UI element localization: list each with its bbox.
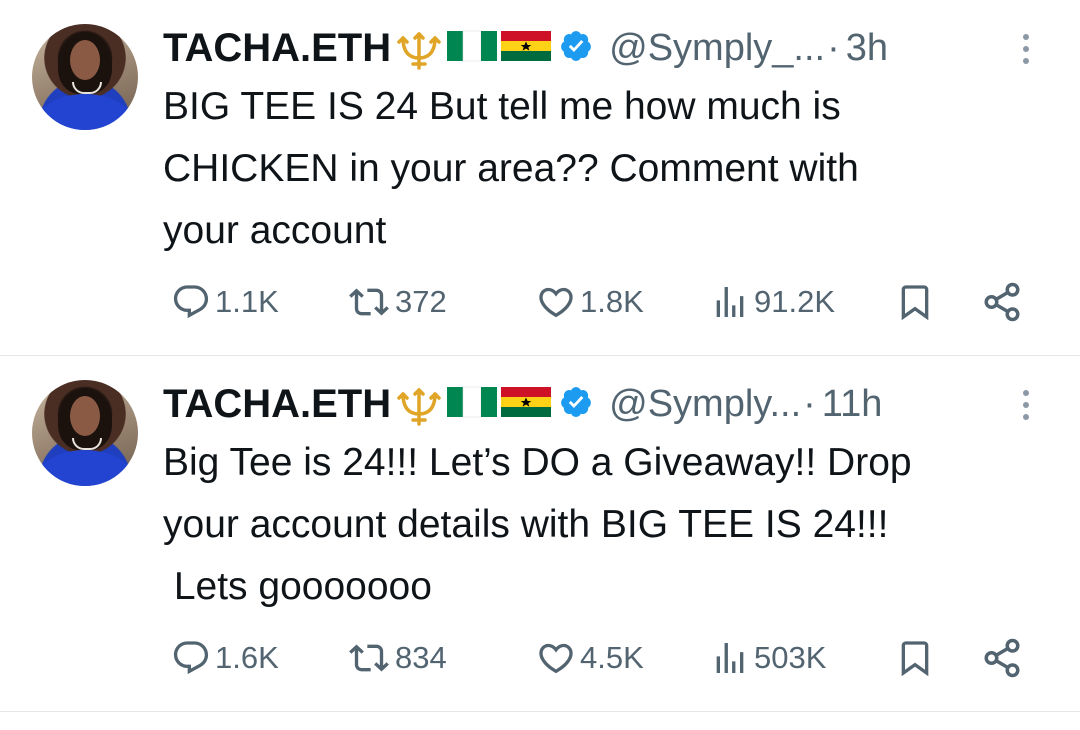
nigeria-flag-icon xyxy=(447,29,498,68)
tweet[interactable]: TACHA.ETH @Symply_... · 3h BIG TEE IS 24… xyxy=(0,0,1080,356)
share-button[interactable] xyxy=(981,636,1023,680)
reply-count: 1.6K xyxy=(215,640,279,675)
tweet[interactable]: TACHA.ETH @Symply... · 11h Big Tee is 24… xyxy=(0,356,1080,712)
like-button[interactable]: 4.5K xyxy=(536,636,644,680)
views-button[interactable]: 91.2K xyxy=(710,280,835,324)
bookmark-icon xyxy=(901,285,929,321)
views-count: 91.2K xyxy=(754,284,836,319)
trident-emoji-icon xyxy=(395,386,443,426)
like-icon xyxy=(539,287,573,318)
action-bar: 1.1K 372 1.8K 91.2K xyxy=(163,280,1043,324)
views-count: 503K xyxy=(754,640,827,675)
more-vertical-icon[interactable] xyxy=(1016,32,1036,71)
share-button[interactable] xyxy=(981,280,1023,324)
tweet-header: TACHA.ETH @Symply... · 11h xyxy=(163,382,882,426)
avatar[interactable] xyxy=(32,380,138,486)
retweet-count: 372 xyxy=(395,284,447,319)
separator-dot: · xyxy=(803,382,816,425)
reply-button[interactable]: 1.1K xyxy=(171,280,279,324)
like-button[interactable]: 1.8K xyxy=(536,280,644,324)
ghana-flag-icon xyxy=(501,29,552,68)
retweet-button[interactable]: 372 xyxy=(347,280,447,324)
tweet-text: Big Tee is 24!!! Let’s DO a Giveaway!! D… xyxy=(163,441,912,608)
bookmark-button[interactable] xyxy=(895,636,935,680)
avatar[interactable] xyxy=(32,24,138,130)
separator-dot: · xyxy=(827,26,840,69)
like-icon xyxy=(539,643,573,674)
tweet-header: TACHA.ETH @Symply_... · 3h xyxy=(163,26,888,70)
reply-icon xyxy=(173,285,209,319)
share-icon xyxy=(984,282,1020,322)
handle[interactable]: @Symply_... xyxy=(609,27,825,70)
ghana-flag-icon xyxy=(501,385,552,424)
display-name[interactable]: TACHA.ETH xyxy=(163,382,391,427)
share-icon xyxy=(984,638,1020,678)
trident-emoji-icon xyxy=(395,30,443,70)
views-icon xyxy=(716,287,744,317)
retweet-icon xyxy=(349,644,389,672)
verified-badge-icon xyxy=(559,385,593,424)
reply-icon xyxy=(173,641,209,675)
bookmark-button[interactable] xyxy=(895,280,935,324)
retweet-icon xyxy=(349,288,389,316)
reply-button[interactable]: 1.6K xyxy=(171,636,279,680)
timeline-feed: TACHA.ETH @Symply_... · 3h BIG TEE IS 24… xyxy=(0,0,1080,730)
more-vertical-icon[interactable] xyxy=(1016,388,1036,427)
tweet-text: BIG TEE IS 24 But tell me how much is CH… xyxy=(163,85,859,252)
timestamp[interactable]: 3h xyxy=(846,27,888,70)
display-name[interactable]: TACHA.ETH xyxy=(163,26,391,71)
bookmark-icon xyxy=(901,641,929,677)
views-icon xyxy=(716,643,744,673)
views-button[interactable]: 503K xyxy=(710,636,826,680)
retweet-button[interactable]: 834 xyxy=(347,636,447,680)
like-count: 4.5K xyxy=(580,640,644,675)
retweet-count: 834 xyxy=(395,640,447,675)
reply-count: 1.1K xyxy=(215,284,279,319)
action-bar: 1.6K 834 4.5K 503K xyxy=(163,636,1043,680)
timestamp[interactable]: 11h xyxy=(822,383,883,426)
nigeria-flag-icon xyxy=(447,385,498,424)
like-count: 1.8K xyxy=(580,284,644,319)
handle[interactable]: @Symply... xyxy=(609,383,801,426)
verified-badge-icon xyxy=(559,29,593,68)
